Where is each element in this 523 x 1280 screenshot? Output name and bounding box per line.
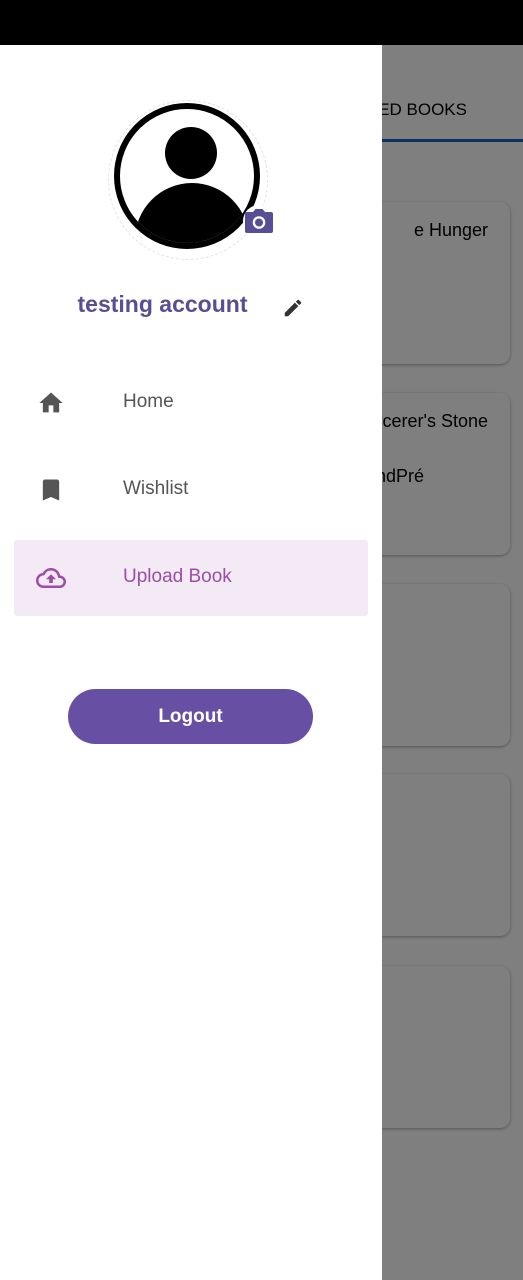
status-bar xyxy=(0,0,523,45)
change-photo-button[interactable] xyxy=(243,205,275,237)
logout-button[interactable]: Logout xyxy=(68,689,313,744)
menu-item-wishlist[interactable]: Wishlist xyxy=(14,452,368,528)
cloud-upload-icon xyxy=(36,564,66,592)
avatar-head xyxy=(165,127,217,179)
profile-picture[interactable] xyxy=(108,100,275,260)
avatar xyxy=(114,103,260,249)
pencil-icon xyxy=(284,299,302,317)
menu-item-label: Upload Book xyxy=(123,566,232,587)
edit-name-button[interactable] xyxy=(278,293,308,323)
home-icon xyxy=(36,389,66,417)
menu-item-label: Wishlist xyxy=(123,478,189,499)
bookmark-icon xyxy=(36,476,66,504)
camera-icon xyxy=(245,209,273,233)
menu-item-label: Home xyxy=(123,391,174,412)
avatar-body xyxy=(135,183,249,243)
navigation-drawer: testing account Home Wishlist Upload Boo… xyxy=(0,45,382,1280)
menu-item-upload-book[interactable]: Upload Book xyxy=(14,540,368,616)
user-name: testing account xyxy=(77,291,248,317)
menu-item-home[interactable]: Home xyxy=(14,365,368,441)
